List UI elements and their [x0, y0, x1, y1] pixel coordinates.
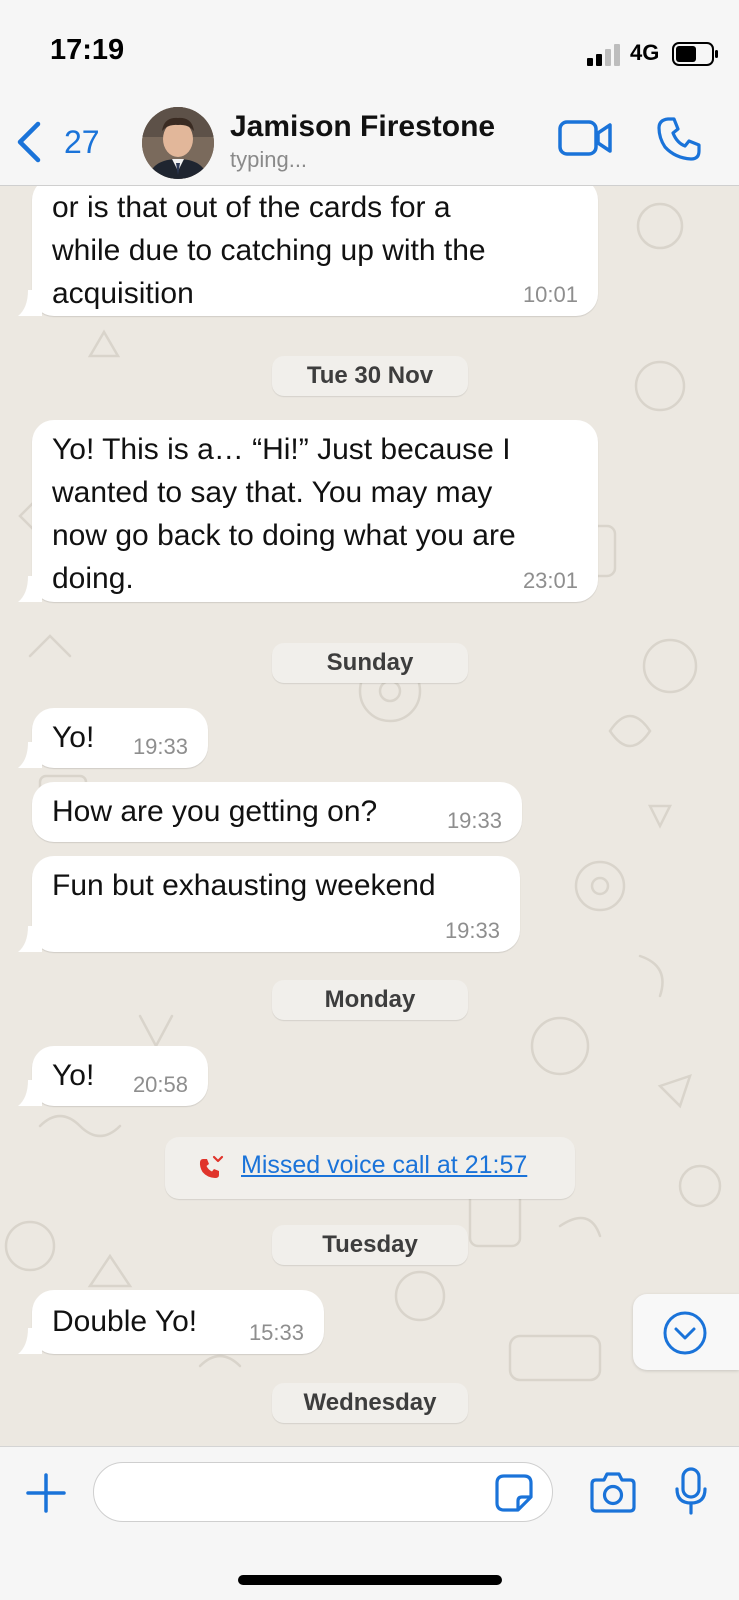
- message-bubble[interactable]: or is that out of the cards for a while …: [18, 186, 598, 316]
- missed-call-icon: [199, 1155, 224, 1178]
- chat-header: 27 Jamison Firestone typing...: [0, 100, 739, 186]
- message-input[interactable]: [93, 1462, 553, 1522]
- missed-call-notice[interactable]: Missed voice call at 21:57: [165, 1137, 575, 1199]
- bubble-tail: [18, 1328, 42, 1354]
- message-bubble[interactable]: Double Yo! 15:33: [18, 1290, 324, 1354]
- bubble-tail: [18, 742, 42, 768]
- bubble-tail: [18, 576, 42, 602]
- date-separator: Sunday: [272, 643, 468, 683]
- bubble-tail: [18, 926, 42, 952]
- input-bar: [0, 1446, 739, 1600]
- missed-call-link[interactable]: Missed voice call at 21:57: [241, 1151, 527, 1180]
- sticker-icon[interactable]: [494, 1473, 534, 1513]
- battery-icon: [672, 42, 718, 66]
- message-bubble[interactable]: Yo! 20:58: [18, 1046, 208, 1106]
- status-bar: 17:19 4G: [0, 0, 739, 100]
- scroll-to-bottom-button[interactable]: [633, 1294, 739, 1370]
- camera-icon[interactable]: [590, 1471, 636, 1513]
- status-time: 17:19: [50, 34, 125, 66]
- video-call-icon[interactable]: [558, 118, 612, 158]
- message-time: 19:33: [446, 808, 502, 833]
- signal-icon: [587, 44, 620, 66]
- back-button[interactable]: 27: [14, 114, 124, 170]
- network-label: 4G: [630, 40, 660, 65]
- plus-icon[interactable]: [24, 1471, 68, 1515]
- message-bubble[interactable]: How are you getting on? 19:33: [32, 782, 522, 842]
- contact-name[interactable]: Jamison Firestone: [230, 110, 495, 144]
- date-separator: Monday: [272, 980, 468, 1020]
- avatar[interactable]: [142, 107, 214, 179]
- message-time: 10:01: [522, 282, 578, 307]
- message-time: 20:58: [132, 1072, 188, 1097]
- bubble-tail: [18, 1080, 42, 1106]
- home-indicator: [238, 1575, 502, 1585]
- message-text: Yo!: [52, 721, 95, 754]
- message-bubble[interactable]: Yo! 19:33: [18, 708, 208, 768]
- bubble-tail: [18, 290, 42, 316]
- message-bubble[interactable]: Fun but exhausting weekend 19:33: [18, 856, 520, 952]
- chat-area[interactable]: or is that out of the cards for a while …: [0, 186, 739, 1446]
- message-text: Fun but exhausting weekend: [52, 869, 436, 902]
- message-text: Yo! This is a… “Hi!” Just because I want…: [52, 433, 516, 595]
- message-time: 15:33: [248, 1320, 304, 1345]
- contact-status: typing...: [230, 147, 308, 172]
- message-text: Yo!: [52, 1059, 95, 1092]
- phone-icon[interactable]: [656, 116, 702, 162]
- message-time: 19:33: [132, 734, 188, 759]
- chevron-down-circle-icon: [663, 1311, 707, 1355]
- avatar-photo: [142, 107, 214, 179]
- unread-count: 27: [64, 123, 100, 160]
- message-bubble[interactable]: Yo! This is a… “Hi!” Just because I want…: [18, 420, 598, 602]
- message-time: 19:33: [444, 918, 500, 943]
- message-text: or is that out of the cards for a while …: [52, 191, 486, 310]
- date-separator: Tuesday: [272, 1225, 468, 1265]
- message-text: How are you getting on?: [52, 795, 378, 828]
- date-separator: Wednesday: [272, 1383, 468, 1423]
- microphone-icon[interactable]: [674, 1467, 708, 1515]
- chevron-left-icon: [17, 121, 41, 163]
- message-text: Double Yo!: [52, 1305, 198, 1338]
- date-separator: Tue 30 Nov: [272, 356, 468, 396]
- message-time: 23:01: [522, 568, 578, 593]
